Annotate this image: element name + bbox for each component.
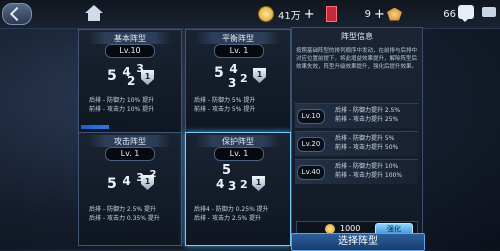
level-bonus-1: 后排 - 防御力提升 10%	[335, 163, 399, 170]
position-3: 3	[228, 179, 237, 193]
gold-amount: 41万	[278, 10, 301, 22]
gem-resource: 66	[387, 5, 456, 23]
formation-effect-2: 前排 - 攻击力 5% 提升	[194, 106, 256, 113]
position-5: 5	[107, 176, 117, 192]
choose-formation-button-wrap: 选择阵型	[291, 233, 425, 251]
card-resource: 9 +	[326, 5, 385, 23]
formation-exp-bar	[81, 125, 109, 129]
back-button[interactable]	[2, 3, 32, 25]
gold-coin-icon	[258, 6, 274, 22]
formation-effect-2: 后排 - 攻击力 0.35% 提升	[89, 215, 160, 222]
level-bonus-row: Lv.40 后排 - 防御力提升 10% 前排 - 攻击力提升 100%	[295, 159, 418, 184]
position-5: 5	[222, 163, 232, 178]
formation-effect-1: 后排 - 防御力 5% 提升	[194, 97, 256, 104]
shield-icon: 1	[253, 68, 266, 83]
formation-card-basic[interactable]: 基本阵型 Lv.10 5 4 3 2 1 后排 - 防御力 10% 提升 前排 …	[78, 29, 182, 134]
formation-title: 基本阵型	[114, 34, 146, 43]
position-2: 2	[127, 74, 136, 88]
level-badge: Lv.40	[297, 165, 325, 180]
position-4: 4	[122, 174, 131, 188]
position-2: 2	[240, 72, 248, 85]
formation-card-protect[interactable]: 保护阵型 Lv. 1 5 4 3 2 1 后排4 - 防御力 0.25% 提升 …	[185, 132, 291, 246]
formation-info-panel: 阵型信息 按照基础阵型的排列顺序中发动，在前排与后排中对应位置前提下，将此增益效…	[291, 27, 423, 241]
formation-effect-1: 后排4 - 防御力 0.25% 提升	[194, 206, 269, 213]
position-5: 5	[214, 65, 224, 81]
level-bonus-row: Lv.10 后排 - 防御力提升 2.5% 前排 - 攻击力提升 25%	[295, 103, 418, 128]
formation-level: Lv. 1	[214, 147, 264, 161]
level-bonus-1: 后排 - 防御力提升 5%	[335, 135, 395, 142]
formation-effect-1: 后排 - 防御力 2.5% 提升	[89, 206, 157, 213]
position-2: 2	[240, 178, 248, 191]
level-badge: Lv.20	[297, 137, 325, 152]
gem-amount: 66	[443, 8, 456, 20]
level-bonus-2: 前排 - 攻击力提升 50%	[335, 144, 399, 151]
choose-formation-button[interactable]: 选择阵型	[291, 233, 425, 251]
level-badge: Lv.10	[297, 109, 325, 124]
gem-icon	[387, 7, 402, 21]
add-card-button[interactable]: +	[374, 7, 385, 22]
formation-title: 平衡阵型	[222, 34, 254, 43]
shield-icon: 1	[252, 176, 265, 191]
panel-description: 按照基础阵型的排列顺序中发动，在前排与后排中对应位置前提下，将此增益效果提升，解…	[296, 48, 418, 70]
level-bonus-row: Lv.20 后排 - 防御力提升 5% 前排 - 攻击力提升 50%	[295, 131, 418, 156]
level-bonus-2: 前排 - 攻击力提升 25%	[335, 116, 399, 123]
position-4: 4	[216, 177, 225, 191]
formation-level: Lv.10	[105, 44, 155, 58]
home-icon[interactable]	[84, 4, 104, 22]
formation-effect-1: 后排 - 防御力 10% 提升	[89, 97, 155, 104]
chat-icon[interactable]	[458, 5, 474, 22]
position-4: 4	[229, 62, 238, 76]
formation-title: 攻击阵型	[114, 137, 146, 146]
upgrade-cost: 1000	[340, 224, 361, 233]
mail-icon[interactable]	[482, 7, 496, 17]
formation-effect-2: 前排 - 攻击力 10% 提升	[89, 106, 155, 113]
formation-title: 保护阵型	[222, 137, 254, 146]
position-5: 5	[107, 68, 117, 84]
add-gold-button[interactable]: +	[304, 7, 315, 22]
formation-level: Lv. 1	[214, 44, 264, 58]
formation-card-attack[interactable]: 攻击阵型 Lv. 1 5 4 3 2 1 后排 - 防御力 2.5% 提升 后排…	[78, 132, 182, 246]
card-amount: 9	[364, 8, 371, 20]
position-3: 3	[228, 76, 237, 90]
card-icon	[326, 6, 337, 22]
formation-level: Lv. 1	[105, 147, 155, 161]
level-bonus-1: 后排 - 防御力提升 2.5%	[335, 107, 401, 114]
level-bonus-2: 前排 - 攻击力提升 100%	[335, 172, 403, 179]
panel-title: 阵型信息	[341, 32, 373, 41]
formation-effect-2: 后排 - 攻击力 2.5% 提升	[194, 215, 262, 222]
gold-resource: 41万 +	[258, 5, 315, 23]
formation-card-balanced[interactable]: 平衡阵型 Lv. 1 5 4 3 2 1 后排 - 防御力 5% 提升 前排 -…	[185, 29, 291, 134]
